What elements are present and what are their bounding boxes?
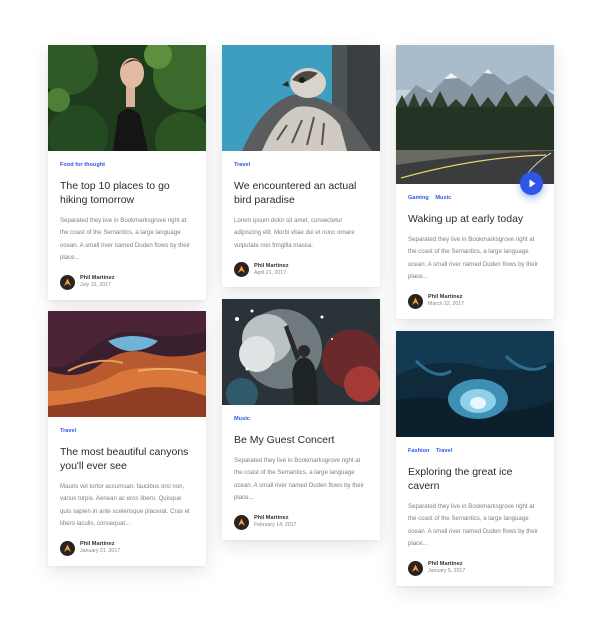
post-author: Phil Martinez January 5, 2017 (408, 560, 542, 576)
tag-link[interactable]: Fashion (408, 448, 429, 454)
falcon-photo (222, 45, 380, 151)
post-excerpt: Separated they live in Bookmarksgrove ri… (408, 236, 539, 281)
post-title[interactable]: The most beautiful canyons you'll ever s… (60, 445, 194, 473)
post-title[interactable]: Exploring the great ice cavern (408, 465, 542, 493)
avatar-logo-icon (412, 564, 419, 572)
post-image-mountain-road[interactable] (396, 45, 554, 195)
post-card[interactable]: Gaming Music Waking up at early today Se… (396, 45, 554, 319)
tag-link[interactable]: Food for thought (60, 162, 105, 168)
post-image-falcon[interactable] (222, 45, 380, 151)
post-author: Phil Martinez February 14, 2017 (234, 514, 368, 530)
post-date: January 5, 2017 (428, 568, 466, 575)
post-date: January 21, 2017 (80, 548, 121, 555)
post-excerpt: Separated they live in Bookmarksgrove ri… (60, 217, 191, 262)
avatar-logo-icon (64, 278, 71, 286)
avatar-logo-icon (412, 297, 419, 305)
avatar-logo-icon (238, 518, 245, 526)
post-tags: Music (234, 415, 368, 423)
post-title[interactable]: Be My Guest Concert (234, 433, 368, 447)
post-image-canyon[interactable] (48, 311, 206, 417)
post-card[interactable]: Food for thought The top 10 places to go… (48, 45, 206, 300)
tag-link[interactable]: Travel (60, 428, 76, 434)
post-excerpt: Separated they live in Bookmarksgrove ri… (234, 457, 365, 502)
avatar (408, 293, 423, 309)
avatar (234, 514, 249, 530)
avatar-logo-icon (64, 544, 71, 552)
post-title[interactable]: The top 10 places to go hiking tomorrow (60, 179, 194, 207)
post-date: April 21, 2017 (254, 269, 287, 276)
post-title[interactable]: Waking up at early today (408, 212, 542, 226)
post-card[interactable]: Fashion Travel Exploring the great ice c… (396, 331, 554, 586)
post-excerpt: Mauris vel tortor accumsan, faucibus orc… (60, 483, 190, 528)
concert-photo (222, 299, 380, 405)
post-date: February 14, 2017 (254, 522, 297, 529)
post-tags: Food for thought (60, 161, 194, 169)
post-author: Phil Martinez April 21, 2017 (234, 262, 368, 278)
avatar (60, 540, 75, 556)
post-title[interactable]: We encountered an actual bird paradise (234, 179, 368, 207)
avatar (408, 560, 423, 576)
post-tags: Travel (60, 427, 194, 435)
author-name[interactable]: Phil Martinez (80, 275, 115, 282)
portrait-photo (48, 45, 206, 151)
author-name[interactable]: Phil Martinez (254, 515, 296, 522)
play-button[interactable] (520, 172, 543, 195)
post-date: July 15, 2017 (80, 282, 111, 289)
post-author: Phil Martinez January 21, 2017 (60, 540, 194, 556)
post-tags: Travel (234, 161, 368, 169)
author-name[interactable]: Phil Martinez (80, 541, 120, 548)
post-excerpt: Lorem ipsum dolor sit amet, consectetur … (234, 217, 355, 249)
post-image-concert[interactable] (222, 299, 380, 405)
post-image-portrait[interactable] (48, 45, 206, 151)
tag-link[interactable]: Music (435, 195, 451, 201)
avatar (60, 274, 75, 290)
post-tags: Fashion Travel (408, 447, 542, 455)
tag-link[interactable]: Gaming (408, 195, 429, 201)
avatar-logo-icon (238, 265, 245, 274)
author-name[interactable]: Phil Martinez (428, 294, 464, 301)
avatar (234, 262, 249, 278)
author-name[interactable]: Phil Martinez (428, 561, 465, 568)
canyon-photo (48, 311, 206, 417)
tag-link[interactable]: Travel (234, 162, 250, 168)
tag-link[interactable]: Travel (436, 448, 452, 454)
tag-link[interactable]: Music (234, 416, 250, 422)
post-date: March 22, 2017 (428, 301, 465, 308)
post-card[interactable]: Music Be My Guest Concert Separated they… (222, 299, 380, 540)
post-tags: Gaming Music (408, 194, 542, 202)
post-author: Phil Martinez March 22, 2017 (408, 293, 542, 309)
play-icon (529, 179, 536, 188)
post-card[interactable]: Travel We encountered an actual bird par… (222, 45, 380, 288)
post-image-ice-cave[interactable] (396, 331, 554, 437)
ice-cave-photo (396, 331, 554, 437)
author-name[interactable]: Phil Martinez (254, 263, 289, 270)
post-author: Phil Martinez July 15, 2017 (60, 274, 194, 290)
post-card[interactable]: Travel The most beautiful canyons you'll… (48, 311, 206, 566)
post-excerpt: Separated they live in Bookmarksgrove ri… (408, 503, 539, 548)
mountain-road-photo (396, 45, 554, 184)
